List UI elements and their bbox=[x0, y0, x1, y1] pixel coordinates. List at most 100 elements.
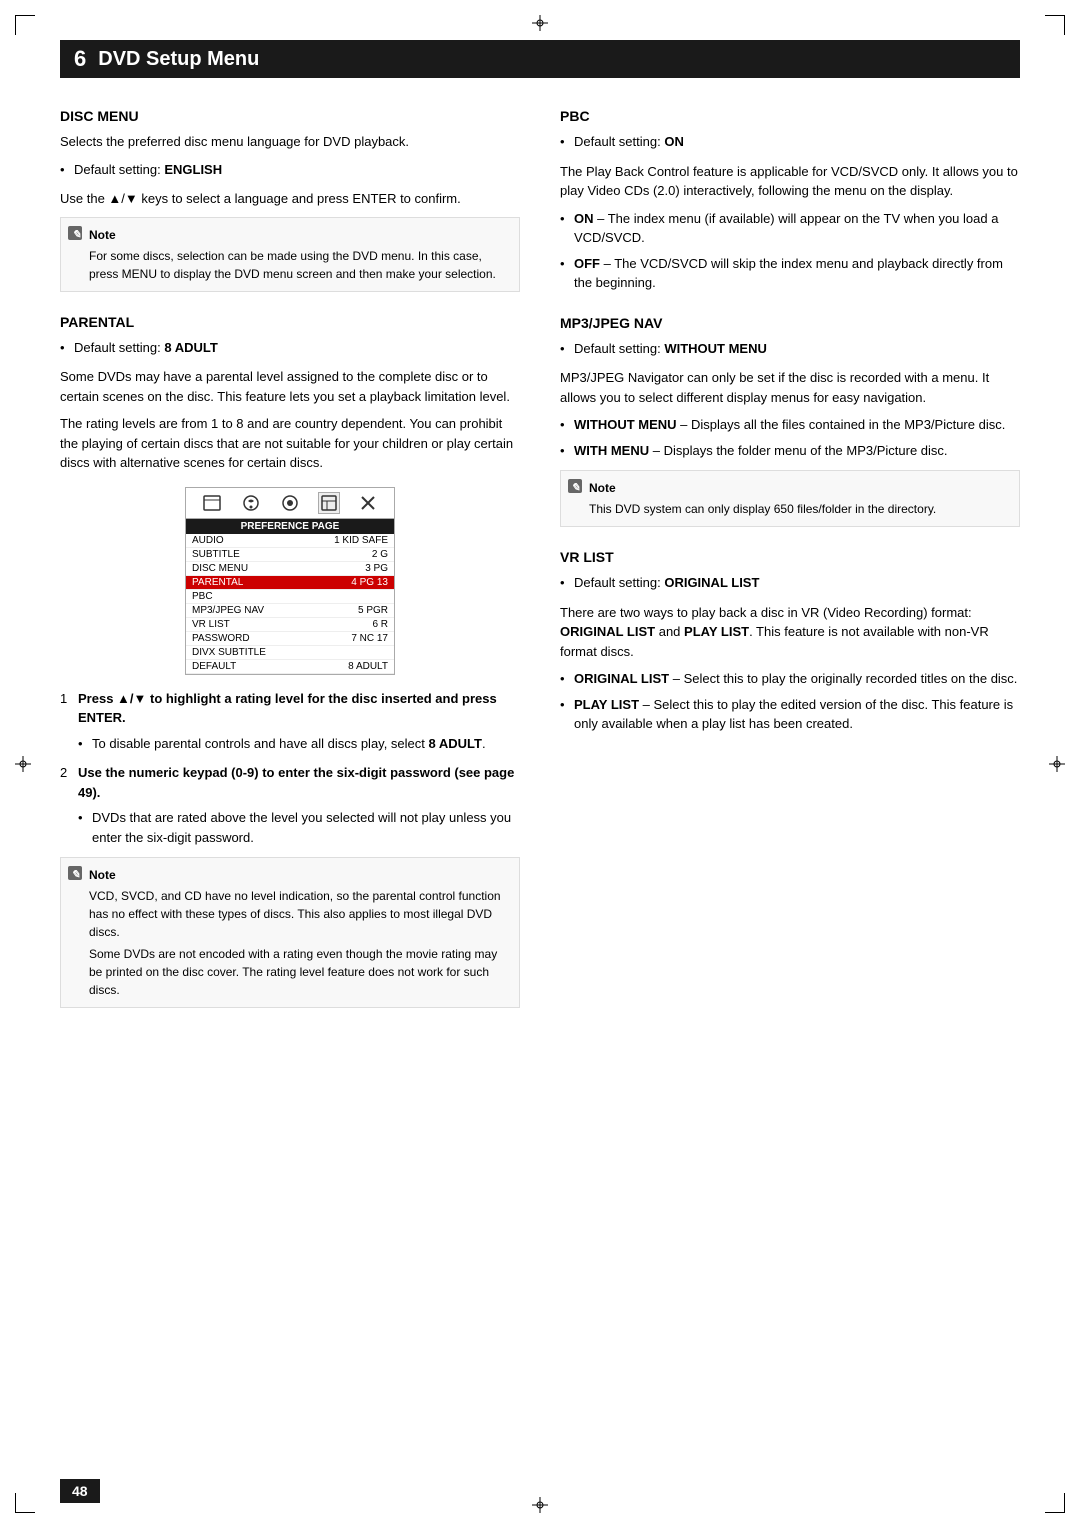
disc-menu-intro: Selects the preferred disc menu language… bbox=[60, 132, 520, 152]
mp3-with-term: WITH MENU bbox=[574, 443, 649, 458]
vr-original-term: ORIGINAL LIST bbox=[574, 671, 669, 686]
parental-default-value: 8 ADULT bbox=[164, 340, 217, 355]
parental-default-item: Default setting: 8 ADULT bbox=[60, 338, 520, 358]
parental-note-label: Note bbox=[89, 866, 509, 884]
pref-value-default: 8 ADULT bbox=[348, 661, 388, 672]
parental-steps: Press ▲/▼ to highlight a rating level fo… bbox=[60, 689, 520, 848]
mp3-nav-items: WITHOUT MENU – Displays all the files co… bbox=[560, 415, 1020, 460]
vr-play-dash: – bbox=[639, 697, 653, 712]
cross-bottom bbox=[532, 1497, 548, 1513]
pref-icon-0 bbox=[201, 492, 223, 514]
pref-icon-3-active bbox=[318, 492, 340, 514]
disc-menu-default-label: Default setting: bbox=[74, 162, 164, 177]
pbc-default-list: Default setting: ON bbox=[560, 132, 1020, 152]
note-icon-disc-menu: ✎ bbox=[67, 225, 83, 246]
parental-title: PARENTAL bbox=[60, 314, 520, 330]
pbc-section: PBC Default setting: ON The Play Back Co… bbox=[560, 108, 1020, 293]
corner-mark-tr bbox=[1045, 15, 1065, 35]
vr-original-dash: – bbox=[669, 671, 683, 686]
pref-row-pbc: PBC bbox=[186, 590, 394, 604]
pref-row-audio: AUDIO 1 KID SAFE bbox=[186, 534, 394, 548]
vr-list-intro-bold2: PLAY LIST bbox=[684, 624, 749, 639]
parental-step1-subs: To disable parental controls and have al… bbox=[78, 734, 520, 754]
vr-list-item-original: ORIGINAL LIST – Select this to play the … bbox=[560, 669, 1020, 689]
pref-row-parental-highlight: PARENTAL 4 PG 13 bbox=[186, 576, 394, 590]
pref-row-disc-menu: DISC MENU 3 PG bbox=[186, 562, 394, 576]
vr-list-default-item: Default setting: ORIGINAL LIST bbox=[560, 573, 1020, 593]
svg-text:✎: ✎ bbox=[71, 869, 80, 881]
chapter-title: DVD Setup Menu bbox=[98, 48, 259, 71]
pref-value-vr-list: 6 R bbox=[372, 619, 388, 630]
vr-list-title: VR LIST bbox=[560, 549, 1020, 565]
mp3-nav-item-without: WITHOUT MENU – Displays all the files co… bbox=[560, 415, 1020, 435]
pref-row-mp3: MP3/JPEG NAV 5 PGR bbox=[186, 604, 394, 618]
pref-label-password: PASSWORD bbox=[192, 633, 250, 644]
parental-note: ✎ Note VCD, SVCD, and CD have no level i… bbox=[60, 857, 520, 1008]
vr-list-default-label: Default setting: bbox=[574, 575, 664, 590]
parental-step1-sub-0: To disable parental controls and have al… bbox=[78, 734, 520, 754]
pref-value-audio: 1 KID SAFE bbox=[334, 535, 388, 546]
pref-value-parental: 4 PG 13 bbox=[351, 577, 388, 588]
disc-menu-note-item-0: For some discs, selection can be made us… bbox=[89, 247, 509, 283]
page-container: 6 DVD Setup Menu DISC MENU Selects the p… bbox=[0, 0, 1080, 1528]
pref-row-vr-list: VR LIST 6 R bbox=[186, 618, 394, 632]
parental-note-item-0: VCD, SVCD, and CD have no level indicati… bbox=[89, 887, 509, 941]
mp3-nav-note-label: Note bbox=[589, 479, 1009, 497]
mp3-jpeg-nav-section: MP3/JPEG NAV Default setting: WITHOUT ME… bbox=[560, 315, 1020, 528]
pbc-on-dash: – bbox=[594, 211, 608, 226]
page-number: 48 bbox=[60, 1479, 100, 1503]
mp3-nav-default-label: Default setting: bbox=[574, 341, 664, 356]
mp3-nav-default-item: Default setting: WITHOUT MENU bbox=[560, 339, 1020, 359]
pref-value-password: 7 NC 17 bbox=[351, 633, 388, 644]
pbc-item-on: ON – The index menu (if available) will … bbox=[560, 209, 1020, 248]
pref-label-disc-menu: DISC MENU bbox=[192, 563, 248, 574]
svg-text:✎: ✎ bbox=[72, 229, 81, 241]
disc-menu-note: ✎ Note For some discs, selection can be … bbox=[60, 217, 520, 292]
disc-menu-default-list: Default setting: ENGLISH bbox=[60, 160, 520, 180]
disc-menu-title: DISC MENU bbox=[60, 108, 520, 124]
pref-header: PREFERENCE PAGE bbox=[186, 519, 394, 534]
disc-menu-default-value: ENGLISH bbox=[164, 162, 222, 177]
parental-step1-main: Press ▲/▼ to highlight a rating level fo… bbox=[78, 691, 497, 726]
pbc-off-dash: – bbox=[600, 256, 614, 271]
corner-mark-tl bbox=[15, 15, 35, 35]
pref-label-pbc: PBC bbox=[192, 591, 213, 602]
pbc-off-term: OFF bbox=[574, 256, 600, 271]
preference-table: PREFERENCE PAGE AUDIO 1 KID SAFE SUBTITL… bbox=[185, 487, 395, 675]
pbc-item-off: OFF – The VCD/SVCD will skip the index m… bbox=[560, 254, 1020, 293]
vr-list-item-play: PLAY LIST – Select this to play the edit… bbox=[560, 695, 1020, 734]
right-column: PBC Default setting: ON The Play Back Co… bbox=[560, 108, 1020, 1030]
parental-note-item-1: Some DVDs are not encoded with a rating … bbox=[89, 945, 509, 999]
pref-value-mp3: 5 PGR bbox=[358, 605, 388, 616]
disc-menu-instruction: Use the ▲/▼ keys to select a language an… bbox=[60, 189, 520, 209]
mp3-with-dash: – bbox=[649, 443, 663, 458]
mp3-nav-note-item-0: This DVD system can only display 650 fil… bbox=[589, 500, 1009, 518]
pref-row-password: PASSWORD 7 NC 17 bbox=[186, 632, 394, 646]
vr-list-intro1: There are two ways to play back a disc i… bbox=[560, 605, 972, 620]
pbc-title: PBC bbox=[560, 108, 1020, 124]
cross-top bbox=[532, 15, 548, 31]
pref-label-audio: AUDIO bbox=[192, 535, 224, 546]
corner-mark-bl bbox=[15, 1493, 35, 1513]
vr-original-desc: Select this to play the originally recor… bbox=[684, 671, 1018, 686]
parental-para1: Some DVDs may have a parental level assi… bbox=[60, 367, 520, 406]
parental-step2-main: Use the numeric keypad (0-9) to enter th… bbox=[78, 765, 514, 800]
pref-row-divx: DIVX SUBTITLE bbox=[186, 646, 394, 660]
parental-step-2: Use the numeric keypad (0-9) to enter th… bbox=[60, 763, 520, 847]
pref-label-default: DEFAULT bbox=[192, 661, 236, 672]
pbc-default-label: Default setting: bbox=[574, 134, 664, 149]
vr-list-intro-bold1: ORIGINAL LIST bbox=[560, 624, 655, 639]
pbc-on-desc: The index menu (if available) will appea… bbox=[574, 211, 998, 246]
mp3-nav-intro: MP3/JPEG Navigator can only be set if th… bbox=[560, 368, 1020, 407]
parental-section: PARENTAL Default setting: 8 ADULT Some D… bbox=[60, 314, 520, 1009]
vr-list-default-list: Default setting: ORIGINAL LIST bbox=[560, 573, 1020, 593]
pbc-off-desc: The VCD/SVCD will skip the index menu an… bbox=[574, 256, 1003, 291]
pref-label-subtitle: SUBTITLE bbox=[192, 549, 240, 560]
vr-list-default-value: ORIGINAL LIST bbox=[664, 575, 759, 590]
pbc-on-term: ON bbox=[574, 211, 594, 226]
content-columns: DISC MENU Selects the preferred disc men… bbox=[60, 108, 1020, 1030]
parental-default-list: Default setting: 8 ADULT bbox=[60, 338, 520, 358]
mp3-nav-default-list: Default setting: WITHOUT MENU bbox=[560, 339, 1020, 359]
pref-label-divx: DIVX SUBTITLE bbox=[192, 647, 266, 658]
pbc-default-value: ON bbox=[664, 134, 684, 149]
